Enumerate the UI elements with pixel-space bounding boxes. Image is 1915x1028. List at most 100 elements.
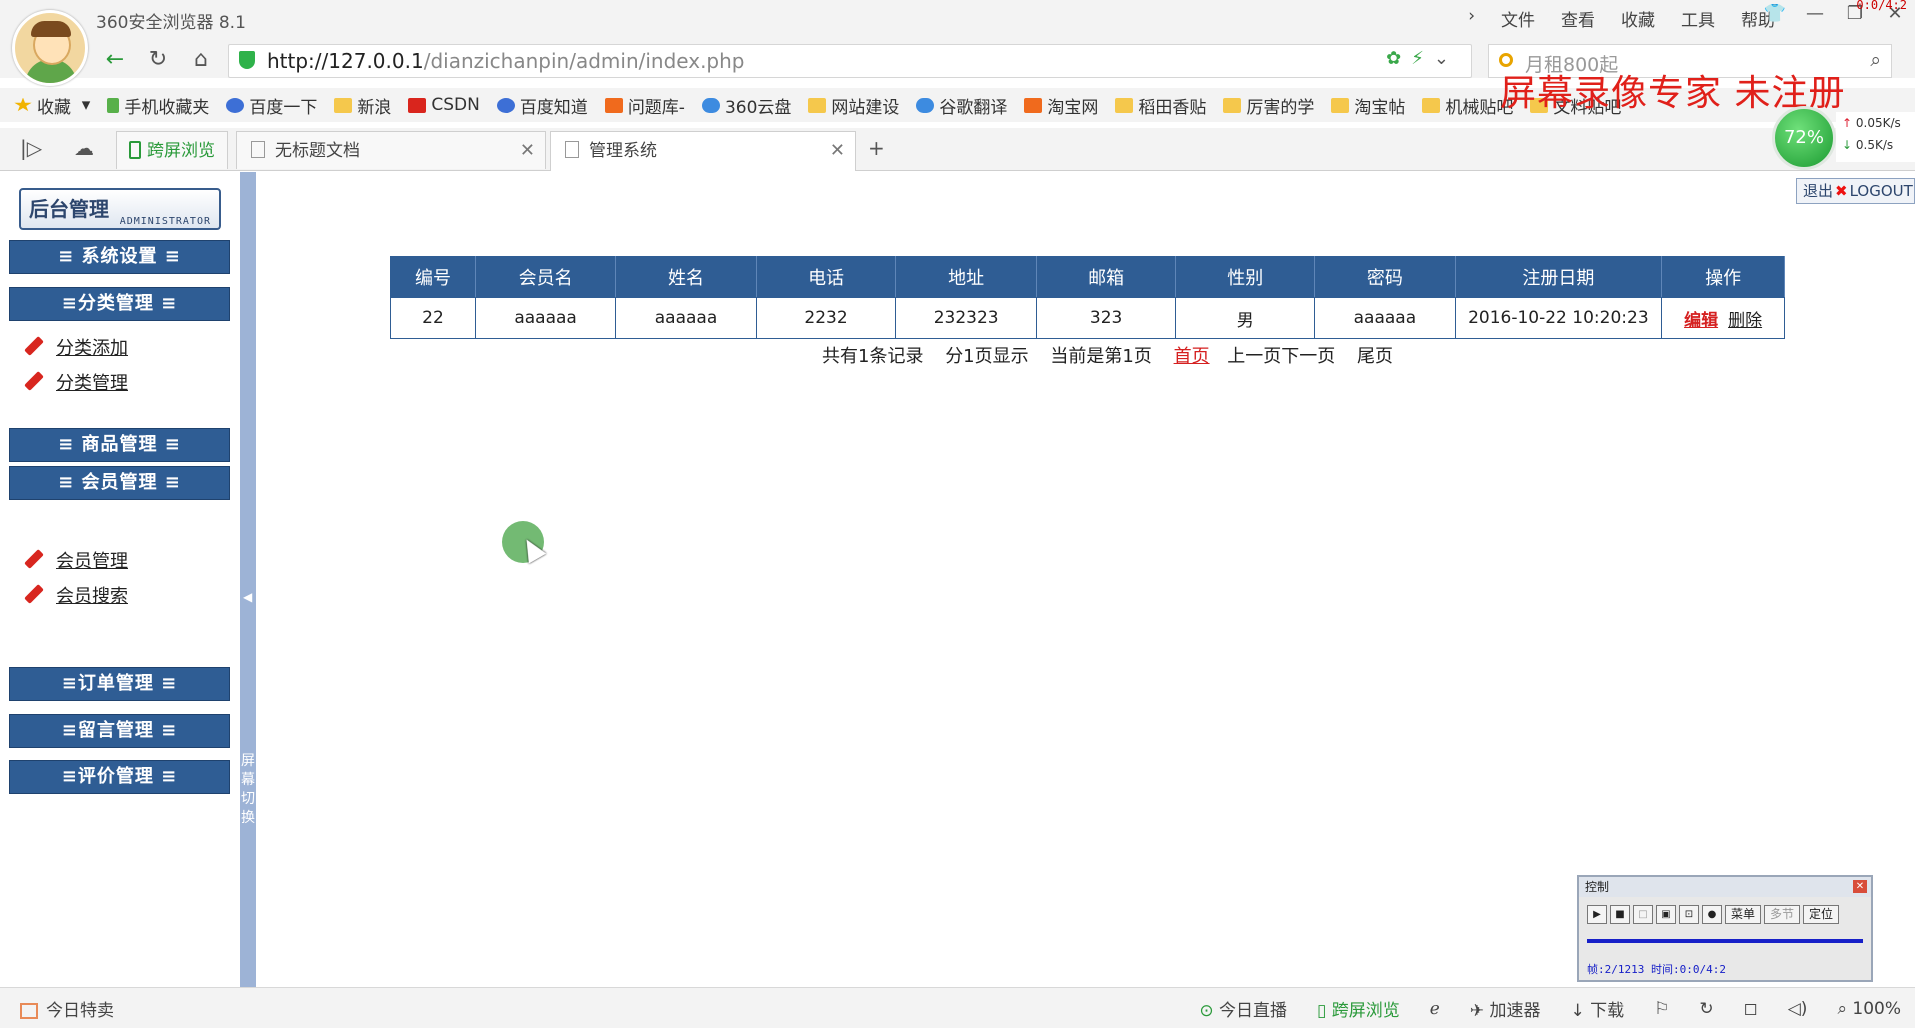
bookmark-daotian[interactable]: 稻田香贴 — [1115, 93, 1206, 118]
flag-icon[interactable]: ⚐ — [1654, 999, 1669, 1019]
link-category-manage[interactable]: 分类管理 — [24, 369, 128, 395]
today-deals[interactable]: 今日特卖 — [20, 996, 114, 1021]
menu-favorites[interactable]: 收藏 — [1621, 6, 1655, 31]
section-order-management[interactable]: ≡订单管理 ≡ — [9, 667, 230, 701]
tab-untitled[interactable]: 无标题文档 ✕ — [236, 131, 546, 169]
frame-splitter[interactable]: ◀ 屏幕切换 — [240, 172, 256, 987]
bookmark-lihai[interactable]: 厉害的学 — [1223, 93, 1314, 118]
pause-icon[interactable]: □ — [1633, 905, 1653, 924]
link-member-search[interactable]: 会员搜索 — [24, 582, 128, 608]
recorder-title: 控制 — [1579, 877, 1871, 897]
menu-strip: › 文件 查看 收藏 工具 帮助 — [1468, 6, 1775, 31]
speaker-icon[interactable]: ◁) — [1788, 999, 1808, 1019]
bookmark-sina[interactable]: 新浪 — [334, 93, 391, 118]
multi-section-button[interactable]: 多节 — [1764, 905, 1800, 924]
pager-prev-next[interactable]: 上一页下一页 — [1227, 346, 1335, 367]
refresh-icon[interactable]: ↻ — [1699, 999, 1713, 1019]
locate-button[interactable]: 定位 — [1803, 905, 1839, 924]
collapse-arrow-icon[interactable]: ◀ — [243, 590, 252, 604]
menu-button[interactable]: 菜单 — [1725, 905, 1761, 924]
playback-track[interactable] — [1587, 939, 1863, 943]
url-tool-icons[interactable]: ✿⚡⌄ — [1386, 48, 1459, 69]
tab-admin-system[interactable]: 管理系统 ✕ — [550, 131, 856, 171]
security-shield-icon[interactable] — [239, 51, 255, 69]
menu-expand-icon[interactable]: › — [1468, 6, 1475, 31]
download-button[interactable]: ↓ 下载 — [1570, 996, 1624, 1021]
baidu-paw-icon — [496, 97, 515, 113]
cell-register-date: 2016-10-22 10:20:23 — [1454, 297, 1663, 339]
section-message-management[interactable]: ≡留言管理 ≡ — [9, 714, 230, 748]
address-bar[interactable]: http://127.0.0.1/dianzichanpin/admin/ind… — [228, 44, 1472, 78]
bookmark-csdn[interactable]: CSDN — [408, 95, 480, 115]
refresh-icon[interactable]: ↻ — [143, 46, 173, 74]
new-tab-button[interactable]: + — [868, 136, 885, 160]
folder-icon — [1223, 97, 1242, 113]
cursor-icon[interactable]: ● — [1702, 905, 1722, 924]
cloud-icon[interactable]: ☁ — [74, 136, 94, 160]
close-icon[interactable]: ✕ — [1853, 880, 1867, 893]
close-tab-icon[interactable]: ✕ — [520, 132, 535, 170]
folder-icon — [1422, 97, 1441, 113]
pager-last[interactable]: 尾页 — [1357, 346, 1393, 367]
bookmark-mobile[interactable]: 手机收藏夹 — [107, 93, 209, 118]
sogou-icon — [604, 97, 623, 113]
sidebar-toggle-icon[interactable]: |▷ — [20, 136, 42, 160]
minimize-button[interactable]: — — [1795, 0, 1835, 30]
url-text[interactable]: http://127.0.0.1/dianzichanpin/admin/ind… — [267, 49, 745, 73]
home-icon[interactable]: ⌂ — [186, 46, 216, 74]
pager-total: 共有1条记录 — [822, 346, 924, 367]
cross-screen-button[interactable]: ▯ 跨屏浏览 — [1317, 996, 1400, 1021]
logout-button[interactable]: 退出 ✖ LOGOUT — [1796, 178, 1915, 204]
col-email: 邮箱 — [1035, 256, 1177, 298]
menu-view[interactable]: 查看 — [1561, 6, 1595, 31]
delete-link[interactable]: 删除 — [1728, 311, 1762, 331]
section-review-management[interactable]: ≡评价管理 ≡ — [9, 760, 230, 794]
back-arrow-icon[interactable]: ← — [100, 46, 130, 74]
splitter-label: 屏幕切换 — [241, 753, 255, 826]
pager-current: 当前是第1页 — [1050, 346, 1152, 367]
url-host: http://127.0.0.1 — [267, 49, 424, 73]
bookmark-google-translate[interactable]: 谷歌翻译 — [916, 93, 1007, 118]
bookmark-taobao[interactable]: 淘宝网 — [1024, 93, 1098, 118]
skin-icon[interactable]: 👕 — [1755, 0, 1795, 30]
pager-first-link[interactable]: 首页 — [1174, 346, 1210, 367]
bookmark-taobao-tie[interactable]: 淘宝帖 — [1331, 93, 1405, 118]
accelerator-button[interactable]: ✈ 加速器 — [1470, 996, 1541, 1021]
link-category-add[interactable]: 分类添加 — [24, 334, 128, 360]
network-speed-ball[interactable]: 72% — [1772, 106, 1836, 170]
menu-tools[interactable]: 工具 — [1681, 6, 1715, 31]
fit-icon[interactable]: ⊡ — [1679, 905, 1699, 924]
bookmark-360-cloud[interactable]: 360云盘 — [701, 93, 791, 118]
pencil-icon — [24, 584, 44, 604]
folder-icon — [1331, 97, 1350, 113]
bookmark-web-build[interactable]: 网站建设 — [808, 93, 899, 118]
tab-cross-screen[interactable]: 跨屏浏览 — [116, 131, 228, 169]
recorder-control-panel: 控制 ✕ ▶ ■ □ ▣ ⊡ ● 菜单 多节 定位 帧:2/1213 时间:0:… — [1577, 875, 1873, 982]
bookmark-favorites[interactable]: 收藏 ▾ — [14, 93, 90, 118]
edit-link[interactable]: 编辑 — [1684, 311, 1718, 331]
member-table: 编号 会员名 姓名 电话 地址 邮箱 性别 密码 注册日期 操作 22 aaaa… — [390, 256, 1785, 339]
section-category-management[interactable]: ≡分类管理 ≡ — [9, 287, 230, 321]
live-button[interactable]: ⊙ 今日直播 — [1199, 996, 1287, 1021]
window-icon[interactable]: ◻ — [1744, 999, 1758, 1019]
cell-actions: 编辑 删除 — [1661, 297, 1785, 339]
section-system-settings[interactable]: ≡ 系统设置 ≡ — [9, 240, 230, 274]
zoom-control[interactable]: ⌕ 100% — [1837, 999, 1901, 1019]
menu-file[interactable]: 文件 — [1501, 6, 1535, 31]
ie-mode-icon[interactable]: ℯ — [1430, 999, 1440, 1019]
search-icon[interactable]: ⌕ — [1870, 49, 1881, 71]
fullscreen-icon[interactable]: ▣ — [1656, 905, 1676, 924]
table-row: 22 aaaaaa aaaaaa 2232 232323 323 男 aaaaa… — [390, 297, 1785, 339]
section-product-management[interactable]: ≡ 商品管理 ≡ — [9, 428, 230, 462]
link-member-manage[interactable]: 会员管理 — [24, 547, 128, 573]
play-icon[interactable]: ▶ — [1587, 905, 1607, 924]
close-tab-icon[interactable]: ✕ — [830, 132, 845, 170]
section-member-management[interactable]: ≡ 会员管理 ≡ — [9, 466, 230, 500]
stop-icon[interactable]: ■ — [1610, 905, 1630, 924]
user-avatar[interactable] — [12, 10, 88, 86]
document-icon — [565, 141, 579, 158]
bookmark-question-bank[interactable]: 问题库- — [604, 93, 685, 118]
bookmark-baidu-zhidao[interactable]: 百度知道 — [496, 93, 588, 118]
bookmark-baidu[interactable]: 百度一下 — [226, 93, 317, 118]
download-arrow-icon: ↓ — [1570, 1001, 1585, 1021]
